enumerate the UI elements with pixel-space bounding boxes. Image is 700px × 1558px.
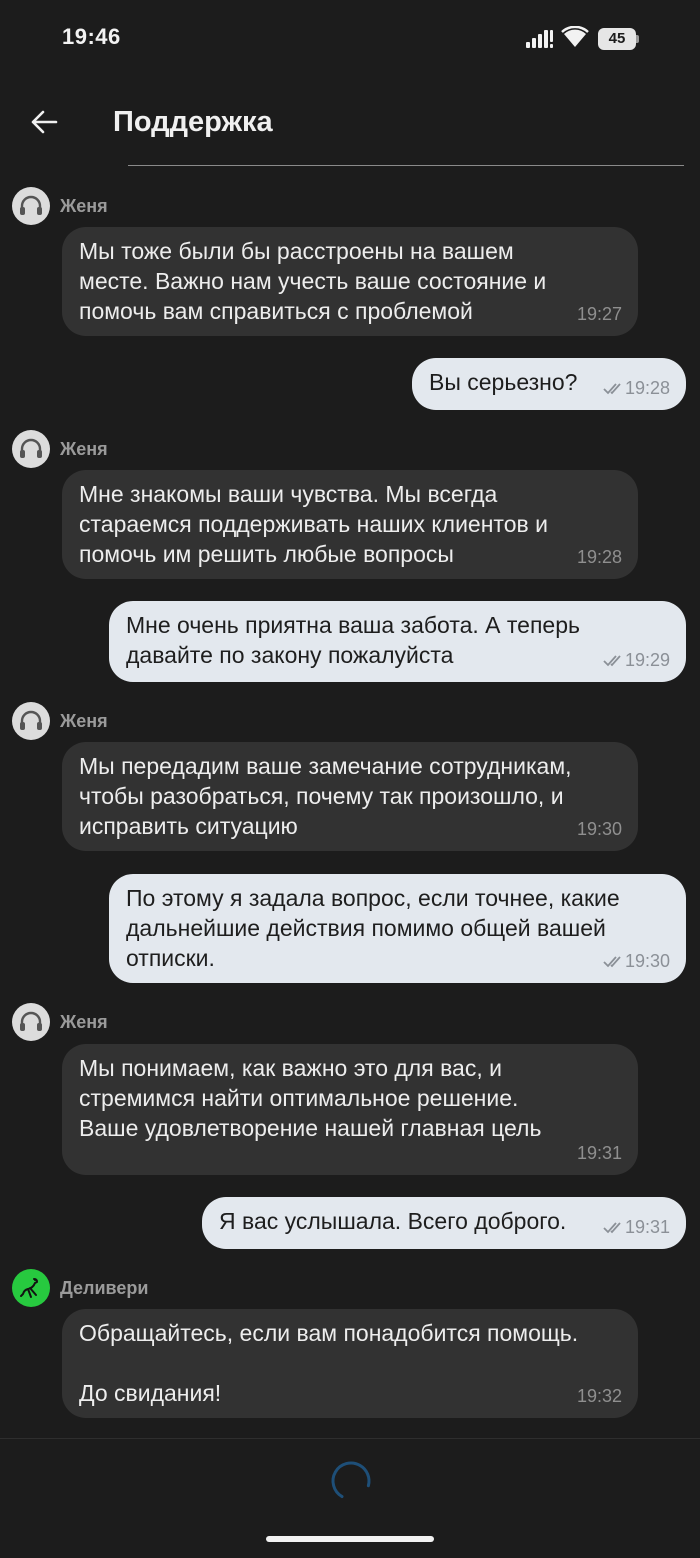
chat-screen: 19:46 45 Поддержка Женя Мы тоже были бы …: [0, 0, 700, 1558]
header-divider: [128, 165, 684, 166]
headset-icon: [20, 1011, 42, 1031]
message-sender: Женя: [60, 196, 108, 216]
message-time: 19:28: [576, 547, 622, 567]
message-time: 19:31: [576, 1143, 622, 1163]
double-check-icon: [603, 956, 621, 968]
page-title: Поддержка: [113, 106, 273, 138]
headset-icon: [20, 195, 42, 215]
double-check-icon: [603, 655, 621, 667]
message-sender: Женя: [60, 439, 108, 459]
incoming-message[interactable]: Мы тоже были бы расстроены на вашем мест…: [62, 227, 638, 336]
loading-spinner-icon: [331, 1461, 371, 1501]
message-time-status: 19:29: [603, 650, 670, 670]
message-text: Мы тоже были бы расстроены на вашем мест…: [79, 238, 547, 324]
message-text: Мы передадим ваше замечание сотрудникам,…: [79, 753, 572, 839]
message-sender: Женя: [60, 711, 108, 731]
message-text: Обращайтесь, если вам понадобится помощь…: [79, 1320, 579, 1406]
message-time-status: 19:31: [603, 1217, 670, 1237]
message-time-status: 19:30: [603, 951, 670, 971]
message-time: 19:32: [576, 1386, 622, 1406]
message-sender: Женя: [60, 1012, 108, 1032]
chat-header: Поддержка: [0, 80, 700, 170]
message-time: 19:30: [624, 951, 670, 971]
battery-level: 45: [598, 28, 636, 50]
message-time: 19:27: [576, 304, 622, 324]
headset-icon: [20, 438, 42, 458]
outgoing-message[interactable]: Я вас услышала. Всего доброго. 19:31: [202, 1197, 686, 1249]
outgoing-message[interactable]: Мне очень приятна ваша забота. А теперь …: [109, 601, 686, 682]
message-text: Мы понимаем, как важно это для вас, и ст…: [79, 1055, 542, 1141]
signal-icon: [526, 30, 553, 48]
status-bar: 19:46 45: [0, 0, 700, 80]
message-text: Мне знакомы ваши чувства. Мы всегда стар…: [79, 481, 548, 567]
support-avatar: [12, 430, 50, 468]
wifi-icon: [561, 26, 589, 47]
message-text: По этому я задала вопрос, если точнее, к…: [126, 885, 620, 971]
back-arrow-icon[interactable]: [28, 106, 60, 138]
message-time: 19:29: [624, 650, 670, 670]
headset-icon: [20, 710, 42, 730]
message-time-status: 19:28: [603, 378, 670, 398]
message-time: 19:30: [576, 819, 622, 839]
incoming-message[interactable]: Обращайтесь, если вам понадобится помощь…: [62, 1309, 638, 1418]
ostrich-logo-icon: [20, 1278, 38, 1298]
message-time: 19:28: [624, 378, 670, 398]
status-time: 19:46: [62, 24, 121, 49]
outgoing-message[interactable]: По этому я задала вопрос, если точнее, к…: [109, 874, 686, 983]
outgoing-message[interactable]: Вы серьезно? 19:28: [412, 358, 686, 410]
message-text: Я вас услышала. Всего доброго.: [219, 1208, 567, 1234]
incoming-message[interactable]: Мы передадим ваше замечание сотрудникам,…: [62, 742, 638, 851]
delivery-avatar: [12, 1269, 50, 1307]
support-avatar: [12, 187, 50, 225]
message-sender: Деливери: [60, 1278, 149, 1298]
double-check-icon: [603, 1222, 621, 1234]
battery-tip: [636, 35, 639, 43]
support-avatar: [12, 702, 50, 740]
incoming-message[interactable]: Мне знакомы ваши чувства. Мы всегда стар…: [62, 470, 638, 579]
battery-indicator: 45: [598, 28, 640, 50]
double-check-icon: [603, 383, 621, 395]
incoming-message[interactable]: Мы понимаем, как важно это для вас, и ст…: [62, 1044, 638, 1175]
home-indicator[interactable]: [266, 1536, 434, 1542]
message-text: Мне очень приятна ваша забота. А теперь …: [126, 612, 580, 668]
message-time: 19:31: [624, 1217, 670, 1237]
bottom-divider: [0, 1438, 700, 1439]
support-avatar: [12, 1003, 50, 1041]
